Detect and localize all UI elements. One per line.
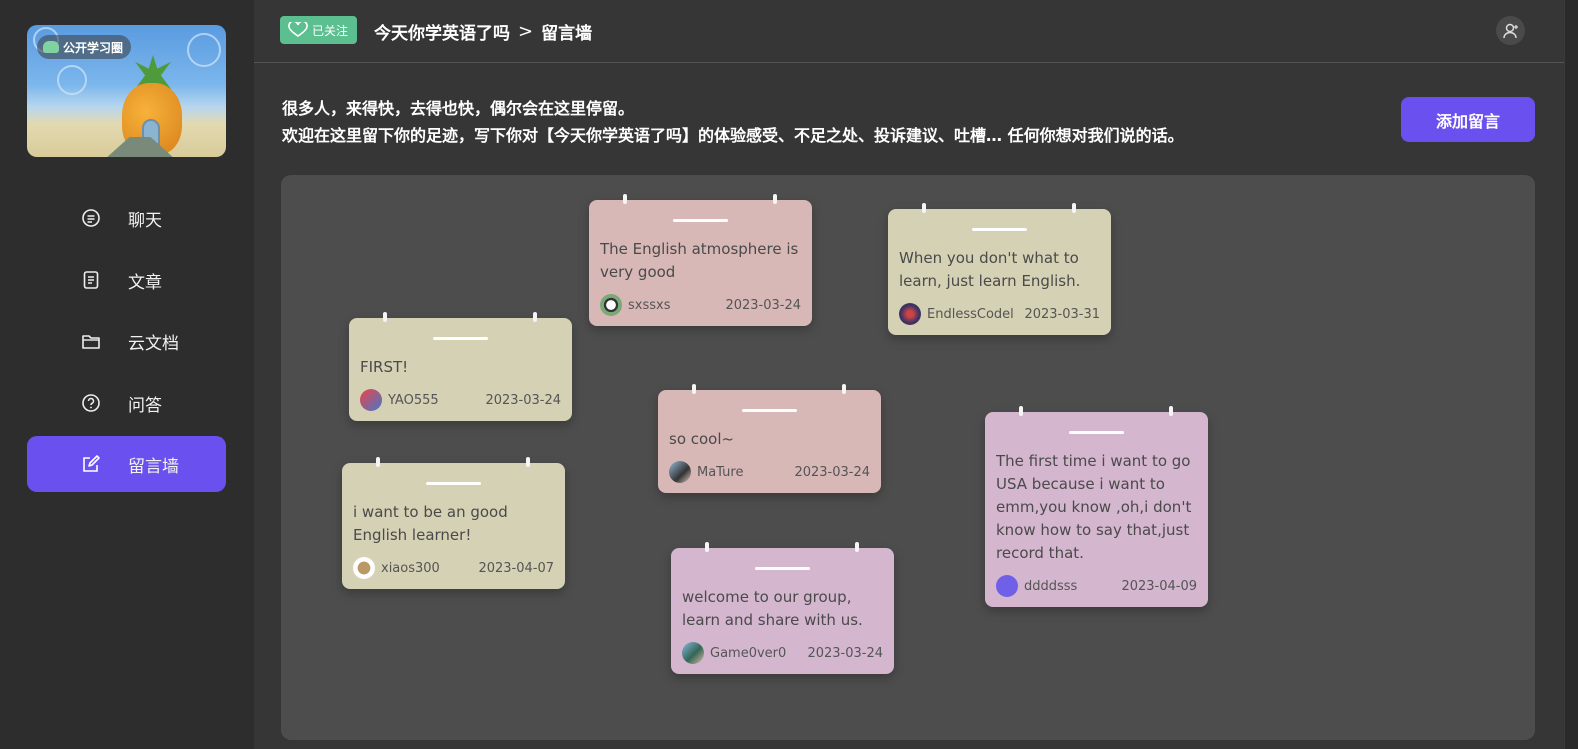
top-bar: 已关注 今天你学英语了吗 > 留言墙: [254, 0, 1564, 63]
message-author: MaTure: [697, 464, 744, 480]
intro-text: 很多人，来得快，去得也快，偶尔会在这里停留。 欢迎在这里留下你的足迹，写下你对【…: [282, 95, 1184, 149]
avatar: [353, 557, 375, 579]
message-date: 2023-03-31: [1024, 306, 1100, 322]
message-date: 2023-03-24: [485, 392, 561, 408]
article-icon: [81, 270, 101, 290]
add-message-button[interactable]: 添加留言: [1401, 97, 1535, 142]
message-date: 2023-03-24: [807, 645, 883, 661]
message-text: FIRST!: [360, 358, 409, 376]
question-icon: [81, 393, 101, 413]
breadcrumb-current: 留言墙: [541, 24, 593, 44]
message-author: xiaos300: [381, 560, 440, 576]
breadcrumb-group[interactable]: 今天你学英语了吗: [374, 19, 510, 44]
avatar: [669, 461, 691, 483]
scrollbar[interactable]: [1564, 0, 1578, 749]
avatar: [360, 389, 382, 411]
message-text: so cool~: [669, 430, 735, 448]
message-author: sxssxs: [628, 297, 671, 313]
sidebar-item-message-wall[interactable]: 留言墙: [27, 436, 226, 492]
sidebar-item-cloud-docs[interactable]: 云文档: [27, 313, 226, 369]
message-note[interactable]: i want to be an good English learner! xi…: [342, 457, 565, 589]
avatar: [899, 303, 921, 325]
chat-icon: [81, 208, 101, 228]
message-date: 2023-03-24: [725, 297, 801, 313]
message-author: YAO555: [388, 392, 439, 408]
message-text: i want to be an good English learner!: [353, 503, 508, 544]
sidebar-item-label: 留言墙: [128, 456, 179, 477]
message-text: welcome to our group, learn and share wi…: [682, 588, 863, 629]
breadcrumb-separator: >: [518, 21, 534, 42]
group-badge: 公开学习圈: [37, 35, 132, 59]
flower-decoration: [57, 65, 87, 95]
group-cover-image[interactable]: 公开学习圈: [27, 25, 226, 157]
avatar: [996, 575, 1018, 597]
message-date: 2023-04-07: [478, 560, 554, 576]
breadcrumb: 今天你学英语了吗 > 留言墙: [374, 19, 592, 44]
sidebar-item-article[interactable]: 文章: [27, 252, 226, 308]
user-add-icon: [1502, 23, 1518, 38]
heart-icon: [288, 22, 308, 37]
message-note[interactable]: The English atmosphere is very good sxss…: [589, 194, 812, 326]
message-note[interactable]: FIRST! YAO555 2023-03-24: [349, 312, 572, 421]
android-icon: [43, 41, 59, 53]
message-wall: The English atmosphere is very good sxss…: [281, 175, 1535, 740]
message-text: When you don't what to learn, just learn…: [899, 249, 1081, 290]
intro-line-2: 欢迎在这里留下你的足迹，写下你对【今天你学英语了吗】的体验感受、不足之处、投诉建…: [282, 126, 1184, 145]
sidebar-item-label: 云文档: [128, 333, 179, 354]
sidebar-item-chat[interactable]: 聊天: [27, 190, 226, 246]
flower-decoration: [187, 33, 221, 67]
message-date: 2023-03-24: [794, 464, 870, 480]
sidebar-item-qa[interactable]: 问答: [27, 375, 226, 431]
sidebar-item-label: 聊天: [128, 210, 162, 231]
avatar: [682, 642, 704, 664]
sidebar-item-label: 问答: [128, 395, 162, 416]
message-note[interactable]: welcome to our group, learn and share wi…: [671, 542, 894, 674]
sidebar: 公开学习圈 聊天 文章 云文档 问答 留言墙: [0, 0, 254, 749]
folder-icon: [81, 331, 101, 351]
sidebar-item-label: 文章: [128, 272, 162, 293]
message-date: 2023-04-09: [1121, 578, 1197, 594]
intro-line-1: 很多人，来得快，去得也快，偶尔会在这里停留。: [282, 99, 635, 118]
message-note[interactable]: When you don't what to learn, just learn…: [888, 203, 1111, 335]
avatar: [600, 294, 622, 316]
group-name: 公开学习圈: [63, 40, 124, 55]
follow-label: 已关注: [312, 23, 349, 38]
follow-status-button[interactable]: 已关注: [280, 16, 358, 44]
message-note[interactable]: so cool~ MaTure 2023-03-24: [658, 384, 881, 493]
message-author: EndlessCodel: [927, 306, 1014, 322]
message-text: The English atmosphere is very good: [600, 240, 799, 281]
edit-icon: [81, 454, 101, 474]
message-text: The first time i want to go USA because …: [996, 452, 1192, 562]
message-note[interactable]: The first time i want to go USA because …: [985, 406, 1208, 607]
message-author: ddddsss: [1024, 578, 1078, 594]
message-author: Game0ver0: [710, 645, 787, 661]
user-avatar-button[interactable]: [1496, 16, 1525, 45]
